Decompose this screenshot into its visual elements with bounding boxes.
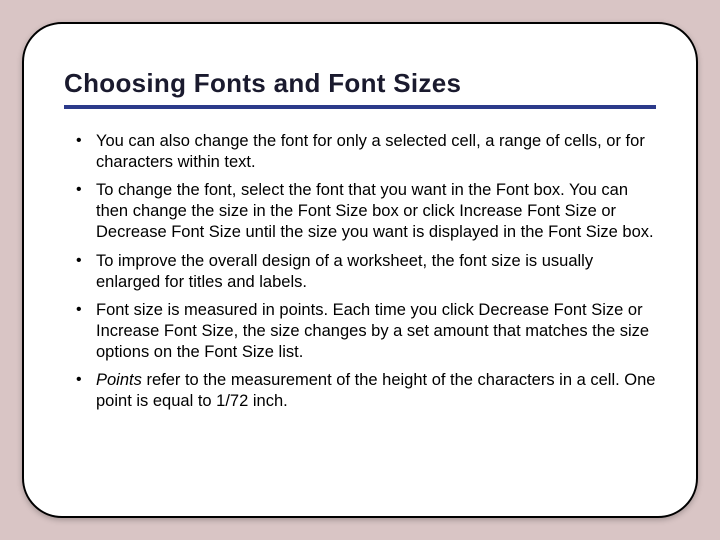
bullet-text: To change the font, select the font that… — [96, 181, 654, 241]
list-item: You can also change the font for only a … — [64, 131, 656, 173]
bullet-text: You can also change the font for only a … — [96, 132, 645, 171]
bullet-lead-italic: Points — [96, 371, 142, 389]
bullet-list: You can also change the font for only a … — [64, 131, 656, 412]
bullet-text: To improve the overall design of a works… — [96, 252, 593, 291]
list-item: Font size is measured in points. Each ti… — [64, 300, 656, 363]
list-item: Points refer to the measurement of the h… — [64, 370, 656, 412]
slide-title: Choosing Fonts and Font Sizes — [64, 68, 656, 109]
bullet-text: Font size is measured in points. Each ti… — [96, 301, 649, 361]
slide-card: Choosing Fonts and Font Sizes You can al… — [22, 22, 698, 518]
bullet-text: refer to the measurement of the height o… — [96, 371, 655, 410]
list-item: To improve the overall design of a works… — [64, 251, 656, 293]
list-item: To change the font, select the font that… — [64, 180, 656, 243]
